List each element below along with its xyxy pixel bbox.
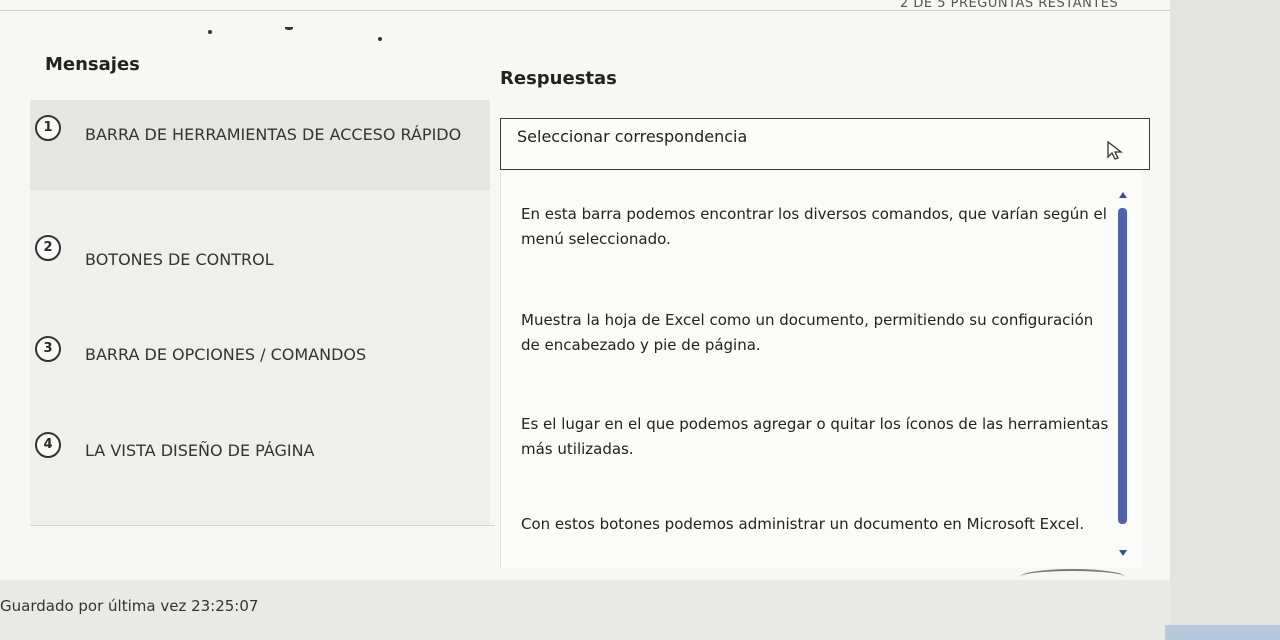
message-number-badge: 1: [35, 115, 61, 141]
messages-bottom-divider: [30, 525, 495, 526]
messages-title: Mensajes: [45, 54, 140, 75]
message-number-badge: 2: [35, 235, 61, 261]
mouse-cursor-icon: [1107, 140, 1123, 160]
messages-column: 1 BARRA DE HERRAMIENTAS DE ACCESO RÁPIDO…: [30, 100, 490, 525]
answer-select[interactable]: Seleccionar correspondencia: [500, 118, 1150, 170]
next-button-edge[interactable]: [1020, 569, 1125, 585]
answer-option-3[interactable]: Es el lugar en el que podemos agregar o …: [521, 412, 1111, 462]
answers-title: Respuestas: [500, 68, 617, 89]
options-scrollbar[interactable]: [1116, 182, 1130, 562]
answer-select-placeholder: Seleccionar correspondencia: [517, 127, 748, 146]
scroll-down-arrow-icon[interactable]: [1119, 550, 1127, 556]
decorative-dot: [378, 37, 382, 41]
message-label: BARRA DE HERRAMIENTAS DE ACCESO RÁPIDO: [85, 125, 462, 144]
last-saved-status: Guardado por última vez 23:25:07: [0, 597, 259, 615]
answer-options-list[interactable]: En esta barra podemos encontrar los dive…: [500, 172, 1141, 568]
message-number-badge: 4: [35, 432, 61, 458]
message-label: BOTONES DE CONTROL: [85, 250, 274, 269]
decorative-dot: [208, 30, 212, 34]
message-label: LA VISTA DISEÑO DE PÁGINA: [85, 441, 315, 460]
right-margin: [1170, 0, 1280, 640]
message-number-badge: 3: [35, 336, 61, 362]
scrollbar-thumb[interactable]: [1118, 208, 1127, 524]
answer-option-1[interactable]: En esta barra podemos encontrar los dive…: [521, 202, 1111, 252]
questions-remaining: 2 de 5 preguntas restantes: [900, 0, 1119, 11]
message-label: BARRA DE OPCIONES / COMANDOS: [85, 345, 367, 364]
answer-option-4[interactable]: Con estos botones podemos administrar un…: [521, 512, 1111, 537]
answer-option-2[interactable]: Muestra la hoja de Excel como un documen…: [521, 308, 1111, 358]
scroll-up-arrow-icon[interactable]: [1119, 192, 1127, 198]
corner-button-edge[interactable]: [1165, 625, 1280, 640]
decorative-dot: [285, 27, 293, 30]
